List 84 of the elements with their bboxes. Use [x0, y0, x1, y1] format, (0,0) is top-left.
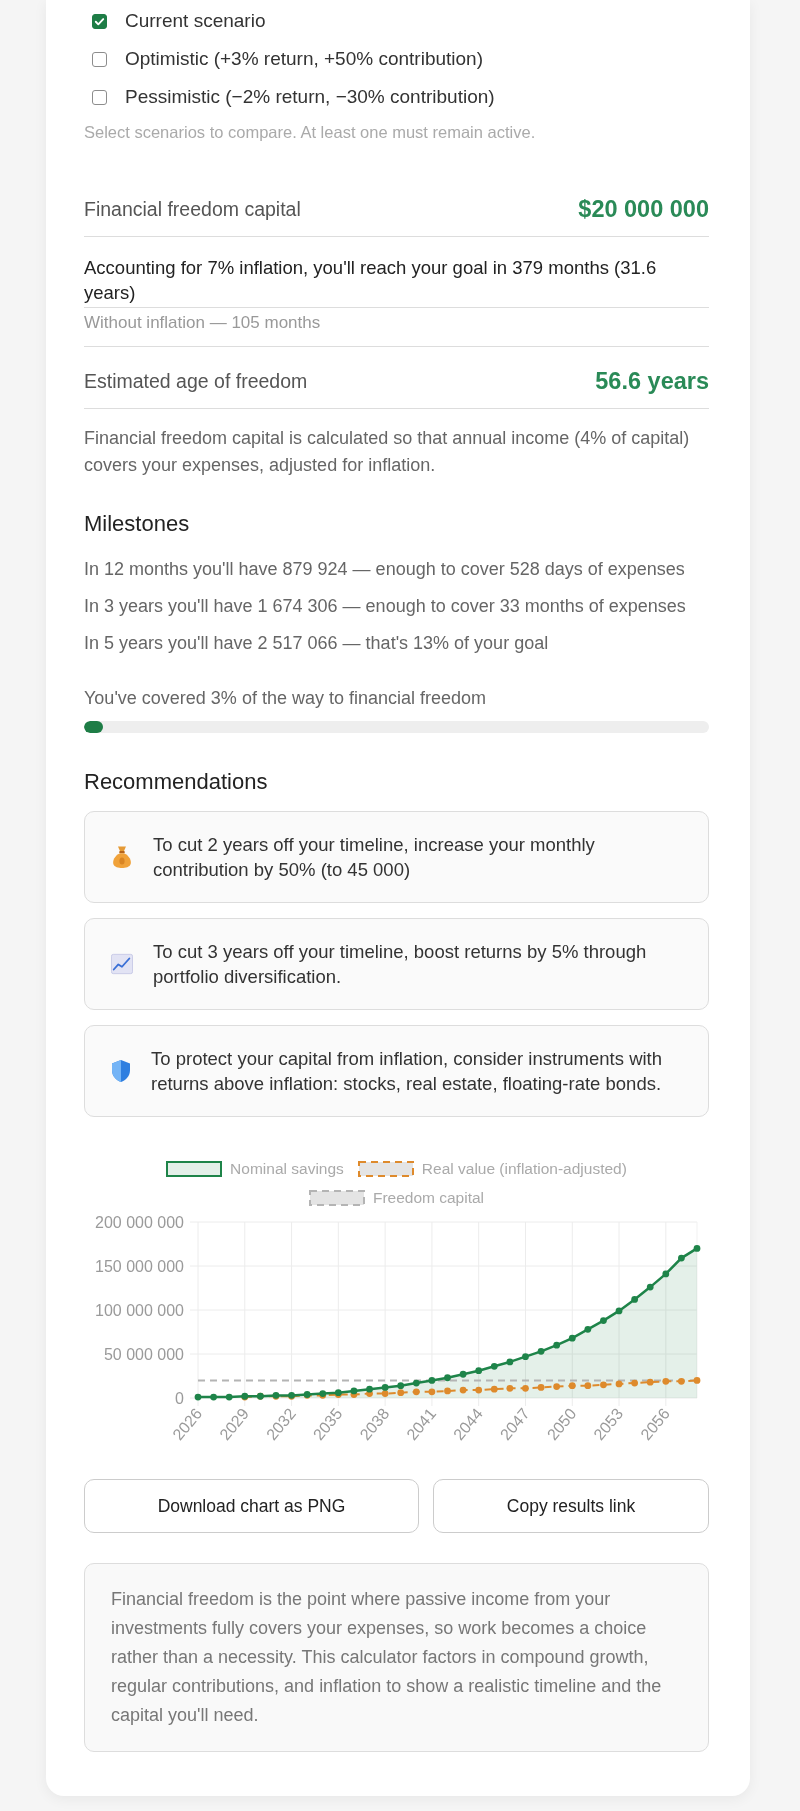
point — [225, 1393, 233, 1401]
point — [584, 1325, 592, 1333]
point — [490, 1362, 498, 1370]
point — [615, 1380, 623, 1388]
recommendation-text: To cut 3 years off your timeline, boost returns by 5% through portfolio diversification. — [153, 940, 648, 989]
checkbox-label[interactable]: Optimistic (+3% return, +50% contribution) — [125, 47, 483, 71]
y-axis-label: 50 000 000 — [103, 1345, 184, 1363]
point — [693, 1377, 701, 1384]
section-heading: Recommendations — [84, 768, 269, 796]
checkbox[interactable] — [92, 51, 107, 67]
metric-value: $20 000 000 — [578, 195, 709, 223]
milestone-text: In 5 years you'll have 2 517 066 — that's 13% of your goal — [84, 632, 550, 655]
point — [475, 1386, 483, 1394]
milestone-text: In 12 months you'll have 879 924 — enough to cover 528 days of expenses — [84, 558, 686, 581]
y-axis-label: 150 000 000 — [95, 1257, 184, 1275]
point — [444, 1387, 451, 1395]
point — [366, 1385, 373, 1393]
checkbox[interactable] — [92, 13, 107, 29]
point — [537, 1347, 545, 1355]
y-axis-label: 200 000 000 — [95, 1213, 184, 1231]
point — [693, 1245, 701, 1252]
download-button[interactable]: Download chart as PNG — [84, 1479, 419, 1533]
copy-link-button[interactable]: Copy results link — [433, 1479, 709, 1533]
point — [522, 1384, 529, 1392]
point — [194, 1393, 202, 1401]
metric-label: Estimated age of freedom — [84, 369, 308, 394]
section-heading: Milestones — [84, 510, 191, 538]
point — [210, 1393, 217, 1401]
point — [350, 1387, 358, 1395]
point — [631, 1296, 639, 1303]
point — [428, 1388, 436, 1396]
point — [412, 1379, 420, 1387]
point — [568, 1382, 576, 1390]
point — [584, 1382, 592, 1390]
legend-swatch-icon — [308, 1190, 365, 1206]
point — [444, 1374, 451, 1382]
y-axis-label: 100 000 000 — [95, 1301, 184, 1319]
milestone-text: In 3 years you'll have 1 674 306 — enough to cover 33 months of expenses — [84, 595, 687, 618]
point — [381, 1390, 389, 1397]
point — [459, 1386, 467, 1394]
legend-swatch-icon — [357, 1161, 414, 1177]
point — [428, 1377, 436, 1384]
recommendation-text: To cut 2 years off your timeline, increase your monthly contribution by 50% (to 45 000) — [153, 833, 596, 882]
point — [506, 1358, 514, 1366]
goal-statement: Accounting for 7% inflation, you'll reach your goal in 379 months (31.6 years) — [84, 256, 658, 305]
point — [615, 1307, 623, 1315]
metric-label: Financial freedom capital — [84, 197, 301, 222]
progress-label: You've covered 3% of the way to financial freedom — [84, 687, 487, 710]
point — [600, 1381, 607, 1389]
recommendation-text: To protect your capital from inflation, consider instruments with returns above inflation: stocks, real estate, floating-rate bonds. — [151, 1047, 664, 1096]
point — [412, 1388, 420, 1396]
point — [397, 1382, 405, 1390]
checkbox[interactable] — [92, 89, 107, 105]
point — [553, 1383, 561, 1390]
point — [506, 1384, 514, 1392]
point — [381, 1384, 389, 1391]
point — [631, 1379, 639, 1387]
shield-icon — [111, 1059, 131, 1083]
line-chart-icon — [111, 952, 133, 976]
point — [646, 1283, 654, 1291]
point — [459, 1370, 467, 1378]
point — [397, 1389, 405, 1397]
y-axis-label: 0 — [175, 1389, 184, 1407]
point — [662, 1377, 670, 1385]
point — [537, 1384, 545, 1391]
point — [490, 1385, 498, 1393]
point — [678, 1254, 685, 1262]
point — [568, 1334, 576, 1342]
point — [646, 1378, 654, 1386]
inflation-note: Without inflation — 105 months — [84, 313, 322, 332]
money-bag-icon — [111, 845, 133, 869]
legend-swatch-icon — [166, 1161, 223, 1177]
point — [662, 1270, 670, 1278]
checkbox-label[interactable]: Current scenario — [125, 9, 266, 33]
point — [522, 1353, 529, 1361]
point — [600, 1317, 607, 1324]
hint-text: Select scenarios to compare. At least one must remain active. — [84, 122, 537, 142]
checkbox-label[interactable]: Pessimistic (−2% return, −30% contribution) — [125, 85, 495, 109]
explanation-text: Financial freedom capital is calculated so that annual income (4% of capital) covers your expenses, adjusted for inflation. — [84, 427, 691, 477]
metric-value: 56.6 years — [595, 367, 709, 395]
info-text: Financial freedom is the point where passive income from your investments fully covers your expenses, so work becomes a choice rather than a necessity. This calculator factors in compound growth, regular contributions, and inflation to show a realistic timeline and the capital you'll need. — [111, 1588, 663, 1727]
point — [678, 1377, 685, 1385]
point — [475, 1367, 483, 1375]
point — [553, 1341, 561, 1349]
